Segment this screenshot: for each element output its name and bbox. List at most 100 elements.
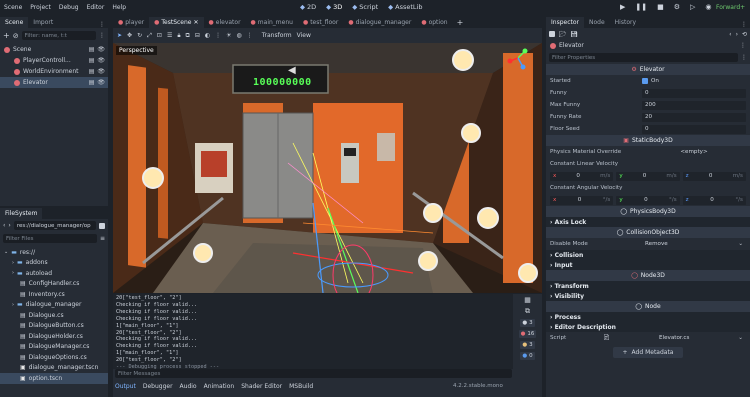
chevron-icon[interactable]: › <box>12 302 14 308</box>
linear-x-field[interactable]: x 0 m/s <box>550 171 614 181</box>
scene-node[interactable]: PlayerControll... ▤ 👁︎ <box>0 55 108 66</box>
scene-node[interactable]: Scene ▤ 👁︎ <box>0 44 108 55</box>
play-scene-icon[interactable]: ▷ <box>690 3 695 11</box>
angular-y-field[interactable]: y 0 °/s <box>616 195 680 205</box>
bottom-tab[interactable]: Output <box>115 383 136 390</box>
script-icon[interactable]: ▤ <box>89 46 95 53</box>
prop-value-field[interactable]: 0 <box>642 88 746 98</box>
filter-messages-toggle[interactable]: ● 3 <box>520 319 535 327</box>
filter-files-input[interactable]: Filter Files <box>3 234 97 243</box>
category-input[interactable]: › Input <box>546 260 750 270</box>
tab-filesystem[interactable]: FileSystem <box>0 208 43 219</box>
ruler-icon[interactable]: ⊟ <box>195 32 200 39</box>
prop-value-field[interactable]: 20 <box>642 112 746 122</box>
scene-filter-input[interactable]: Filter: name, t:t <box>21 31 96 40</box>
lock-icon[interactable]: 🔒︎ <box>177 32 180 40</box>
add-tab-icon[interactable]: + <box>453 18 468 28</box>
view-menu[interactable]: View <box>297 32 311 39</box>
prop-value-field[interactable]: 0 <box>642 124 746 134</box>
movie-icon[interactable]: ◉ <box>705 3 711 11</box>
properties-menu-icon[interactable]: ⋮ <box>741 54 747 61</box>
help-icon[interactable]: ‹ <box>729 31 731 38</box>
category-visibility[interactable]: › Visibility <box>546 291 750 301</box>
environment-icon[interactable]: ◍ <box>237 32 242 39</box>
file-item[interactable]: ▤ Dialogue.cs <box>0 310 108 321</box>
angular-z-field[interactable]: z 0 °/s <box>682 195 746 205</box>
menu-help[interactable]: Help <box>112 4 126 11</box>
visibility-icon[interactable]: 👁︎ <box>97 46 108 53</box>
scale-tool-icon[interactable]: ⤢ <box>147 32 152 40</box>
forward-icon[interactable]: › <box>736 31 738 38</box>
menu-debug[interactable]: Debug <box>59 4 79 11</box>
file-item[interactable]: ▤ Inventory.cs <box>0 289 108 300</box>
chevron-icon[interactable]: › <box>12 260 14 266</box>
select-tool-icon[interactable]: ➤ <box>117 32 122 39</box>
close-icon[interactable]: ✕ <box>193 19 198 26</box>
bottom-tab[interactable]: Animation <box>204 383 235 390</box>
stop-icon[interactable]: ■ <box>657 3 664 11</box>
file-item[interactable]: ▣ dialogue_manager.tscn <box>0 363 108 374</box>
local-space-icon[interactable]: ◐ <box>205 32 210 39</box>
bottom-tab[interactable]: Debugger <box>143 383 173 390</box>
filter-properties-input[interactable]: Filter Properties <box>549 53 738 62</box>
scene-tab[interactable]: ● elevator <box>204 17 246 28</box>
scene-tab[interactable]: ● dialogue_manager <box>343 17 416 28</box>
file-item[interactable]: ▤ DialogueButton.cs <box>0 321 108 332</box>
chevron-icon[interactable]: › <box>12 270 14 276</box>
started-checkbox[interactable]: On <box>642 78 659 84</box>
new-resource-icon[interactable] <box>549 31 555 37</box>
menu-project[interactable]: Project <box>30 4 51 11</box>
chevron-icon[interactable]: ⌄ <box>4 249 8 255</box>
bottom-tab[interactable]: Shader Editor <box>241 383 282 390</box>
scene-tab[interactable]: ● TestScene ✕ <box>149 17 204 28</box>
copy-icon[interactable]: ⧉ <box>525 307 530 316</box>
dock-menu-icon[interactable]: ⋮ <box>738 21 750 28</box>
bottom-tab[interactable]: Audio <box>180 383 197 390</box>
bottom-tab[interactable]: MSBuild <box>289 383 313 390</box>
folder-item[interactable]: › ▬ dialogue_manager <box>0 300 108 311</box>
workspace-script[interactable]: ◆ Script <box>352 3 378 11</box>
filter-errors-toggle[interactable]: ● 16 <box>518 330 537 338</box>
selectable-icon[interactable]: ⊡ <box>157 32 162 39</box>
category-editor-description[interactable]: › Editor Description <box>546 322 750 332</box>
linear-z-field[interactable]: z 0 m/s <box>682 171 746 181</box>
remote-debug-icon[interactable]: ⚙ <box>674 3 680 11</box>
split-mode-icon[interactable] <box>99 222 105 229</box>
group-icon[interactable]: ⧉ <box>186 32 190 40</box>
add-node-icon[interactable]: + <box>3 31 10 40</box>
save-icon[interactable]: 💾︎ <box>571 31 579 38</box>
file-item[interactable]: ▤ DialogueManager.cs <box>0 342 108 353</box>
pause-icon[interactable]: ❚❚ <box>635 3 647 11</box>
section-staticbody3d[interactable]: ▣ StaticBody3D <box>546 135 750 146</box>
physics-material-value[interactable]: <empty> <box>642 148 746 157</box>
section-node3d[interactable]: ◯ Node3D <box>546 270 750 281</box>
link-icon[interactable]: ⊘ <box>13 32 19 40</box>
tab-import[interactable]: Import <box>28 17 58 28</box>
snap-icon[interactable]: ⋮ <box>215 32 221 39</box>
filter-editor-toggle[interactable]: ● 0 <box>520 352 535 360</box>
object-menu-icon[interactable]: ⋮ <box>740 42 746 49</box>
folder-item[interactable]: ⌄ ▬ res:// <box>0 247 108 258</box>
add-metadata-button[interactable]: + Add Metadata <box>613 347 683 358</box>
move-tool-icon[interactable]: ✥ <box>127 32 132 39</box>
play-icon[interactable]: ▶ <box>620 3 625 11</box>
file-item[interactable]: ▣ option.tscn <box>0 373 108 384</box>
disable-mode-select[interactable]: Remove ⌄ <box>642 240 746 249</box>
3d-viewport[interactable]: Perspective 100000000 ◀ <box>113 43 542 293</box>
folder-item[interactable]: › ▬ autoload <box>0 268 108 279</box>
menu-scene[interactable]: Scene <box>4 4 22 11</box>
visibility-icon[interactable]: 👁︎ <box>97 68 108 75</box>
section-physicsbody3d[interactable]: ◯ PhysicsBody3D <box>546 206 750 217</box>
prop-value-field[interactable]: 200 <box>642 100 746 110</box>
more-icon[interactable]: ⋮ <box>247 32 253 39</box>
visibility-icon[interactable]: 👁︎ <box>97 57 108 64</box>
perspective-label[interactable]: Perspective <box>116 46 157 55</box>
dock-menu-icon[interactable]: ⋮ <box>96 21 108 28</box>
filter-warnings-toggle[interactable]: ● 3 <box>520 341 535 349</box>
category-axis-lock[interactable]: › Axis Lock <box>546 217 750 227</box>
category-collision[interactable]: › Collision <box>546 250 750 260</box>
sort-icon[interactable]: ≡ <box>100 235 105 242</box>
scene-tab[interactable]: ● main_menu <box>246 17 298 28</box>
section-elevator[interactable]: ⚙ Elevator <box>546 64 750 75</box>
sun-icon[interactable]: ☀ <box>226 32 231 39</box>
